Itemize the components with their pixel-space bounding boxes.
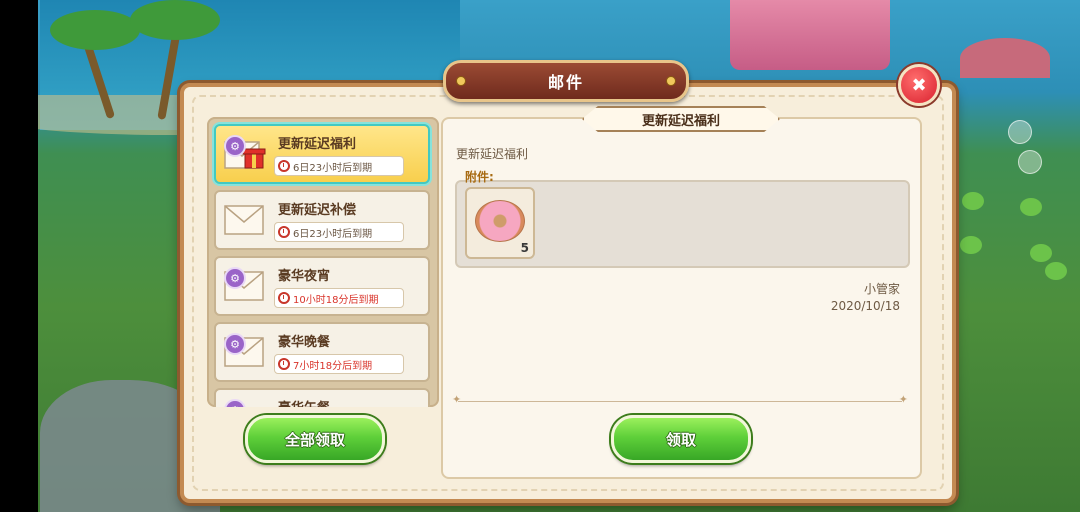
expiry-label: 7小时18分后到期 xyxy=(274,354,404,374)
toggle-icon[interactable] xyxy=(1018,150,1042,174)
envelope-icon xyxy=(223,200,267,238)
close-button[interactable]: ✖ xyxy=(898,64,940,106)
claim-label: 领取 xyxy=(665,430,696,449)
mail-title: 豪华晚餐 xyxy=(278,335,331,350)
expiry-text: 6日23小时后到期 xyxy=(293,228,373,240)
crop-plant xyxy=(1030,244,1052,262)
stud-icon xyxy=(666,76,676,86)
expiry-text: 10小时18分后到期 xyxy=(293,294,379,306)
crop-plant xyxy=(1020,198,1042,216)
close-icon: ✖ xyxy=(911,74,927,96)
mail-item[interactable]: 更新延迟补偿 6日23小时后到期 xyxy=(214,190,430,250)
mail-item[interactable]: ⚙ 豪华晚餐 7小时18分后到期 xyxy=(214,322,430,382)
mail-title: 更新延迟福利 xyxy=(278,137,357,152)
expiry-label: 10小时18分后到期 xyxy=(274,288,404,308)
envelope-icon: ⚙ xyxy=(223,398,267,407)
gear-icon: ⚙ xyxy=(224,267,246,289)
envelope-icon: ⚙ xyxy=(223,332,267,370)
mail-item[interactable]: ⚙ 更新延迟福利 6日23小时后到期 xyxy=(214,124,430,184)
attachment-label: 附件: xyxy=(465,170,494,184)
gear-icon: ⚙ xyxy=(224,333,246,355)
mail-title: 更新延迟补偿 xyxy=(278,203,357,218)
attachment-item[interactable]: 5 xyxy=(465,187,535,259)
expiry-text: 6日23小时后到期 xyxy=(293,162,373,174)
mail-item[interactable]: ⚙ 豪华夜宵 10小时18分后到期 xyxy=(214,256,430,316)
mail-title: 豪华夜宵 xyxy=(278,269,331,284)
gear-icon: ⚙ xyxy=(224,135,246,157)
palm-leaves xyxy=(130,0,220,40)
sender-name: 小管家 xyxy=(863,282,900,296)
mail-date: 2020/10/18 xyxy=(830,299,900,313)
item-count: 5 xyxy=(520,241,529,255)
detail-heading: 更新延迟福利 xyxy=(582,106,780,132)
crop-plant xyxy=(960,236,982,254)
stud-icon xyxy=(456,76,466,86)
lock-icon[interactable] xyxy=(1008,120,1032,144)
mail-list[interactable]: ⚙ 更新延迟福利 6日23小时后到期 更新延迟补偿 6日23小时后到期 ⚙ 豪华… xyxy=(207,117,439,407)
expiry-text: 7小时18分后到期 xyxy=(293,360,373,372)
clock-icon xyxy=(278,160,290,172)
clock-icon xyxy=(278,292,290,304)
beach-umbrella xyxy=(960,38,1050,78)
dialog-title-plate: 邮件 xyxy=(443,60,689,102)
gear-icon: ⚙ xyxy=(224,399,246,407)
donut-icon xyxy=(475,200,525,242)
palm-leaves xyxy=(50,10,140,50)
mail-body-text: 更新延迟福利 xyxy=(456,147,529,161)
crop-plant xyxy=(1045,262,1067,280)
gift-envelope-icon: ⚙ xyxy=(223,134,267,172)
crop-plant xyxy=(962,192,984,210)
mail-title: 豪华午餐 xyxy=(278,397,330,407)
pink-hut xyxy=(730,0,890,70)
claim-all-label: 全部领取 xyxy=(284,430,345,449)
dialog-title: 邮件 xyxy=(547,73,584,92)
envelope-icon: ⚙ xyxy=(223,266,267,304)
expiry-label: 6日23小时后到期 xyxy=(274,222,404,242)
divider xyxy=(452,393,908,406)
clock-icon xyxy=(278,226,290,238)
clock-icon xyxy=(278,358,290,370)
claim-all-button[interactable]: 全部领取 xyxy=(245,415,385,463)
mail-item[interactable]: ⚙ 豪华午餐 xyxy=(214,388,430,407)
expiry-label: 6日23小时后到期 xyxy=(274,156,404,176)
claim-button[interactable]: 领取 xyxy=(611,415,751,463)
screen-edge xyxy=(0,0,38,512)
